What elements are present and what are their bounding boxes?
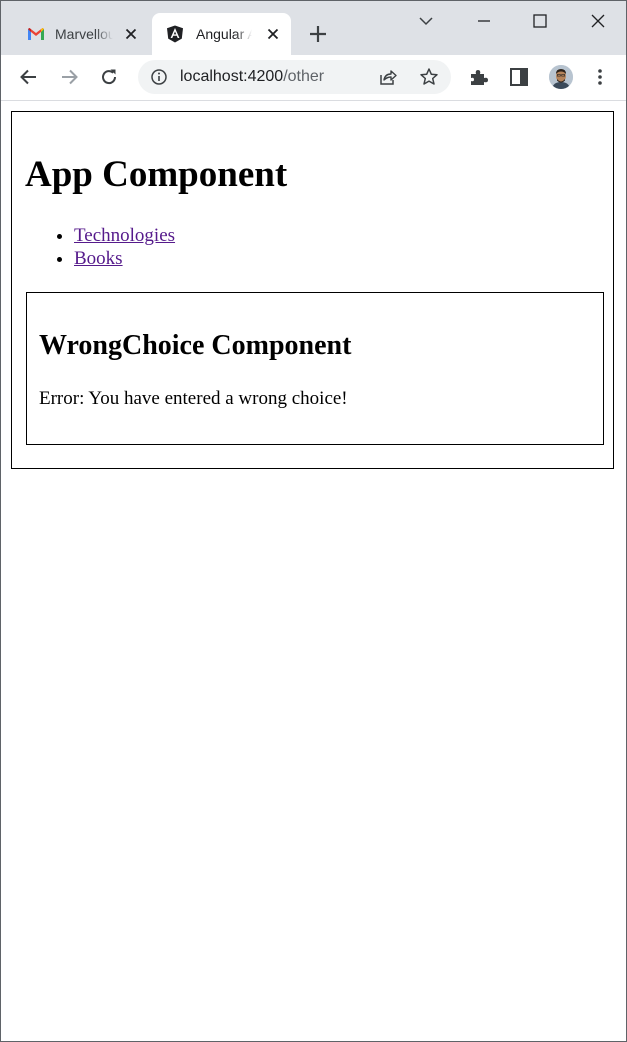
url-text[interactable]: localhost:4200/other — [180, 68, 324, 86]
error-message: Error: You have entered a wrong choice! — [39, 388, 348, 409]
close-icon[interactable] — [123, 26, 139, 42]
nav-item-technologies: Technologies — [74, 224, 600, 247]
nav-list: Technologies Books — [25, 224, 600, 270]
reload-icon[interactable] — [98, 66, 120, 88]
menu-kebab-icon[interactable] — [589, 66, 611, 88]
technologies-link[interactable]: Technologies — [74, 225, 175, 246]
nav-item-books: Books — [74, 247, 600, 270]
window-close-icon[interactable] — [588, 11, 608, 31]
address-bar[interactable]: localhost:4200/other — [138, 60, 451, 94]
tab-strip: Marvellous Angular App — [1, 1, 626, 55]
app-component-box: App Component Technologies Books WrongCh… — [11, 111, 614, 469]
gmail-icon — [28, 28, 44, 40]
tab-title: Marvellous — [55, 26, 113, 42]
books-link[interactable]: Books — [74, 248, 123, 269]
bookmark-star-icon[interactable] — [419, 67, 439, 87]
tab-search-chevron-icon[interactable] — [416, 11, 436, 31]
browser-window: Marvellous Angular App — [0, 0, 627, 1042]
share-icon[interactable] — [378, 67, 398, 87]
extensions-puzzle-icon[interactable] — [468, 66, 490, 88]
close-icon[interactable] — [265, 26, 281, 42]
url-host: localhost:4200 — [180, 68, 284, 85]
avatar-image — [549, 65, 573, 89]
tab-title: Angular App — [196, 26, 252, 42]
wrongchoice-component-box: WrongChoice Component Error: You have en… — [26, 292, 604, 445]
profile-avatar[interactable] — [549, 65, 573, 89]
page-viewport: App Component Technologies Books WrongCh… — [1, 101, 626, 1041]
url-path: /other — [283, 68, 325, 85]
site-info-icon[interactable] — [150, 68, 168, 86]
angular-icon — [167, 25, 183, 43]
minimize-icon[interactable] — [474, 11, 494, 31]
tab-angular[interactable]: Angular App — [152, 13, 291, 55]
browser-toolbar: localhost:4200/other — [1, 55, 626, 101]
side-panel-icon[interactable] — [508, 66, 530, 88]
child-title: WrongChoice Component — [39, 330, 352, 361]
tab-gmail[interactable]: Marvellous — [13, 13, 149, 55]
new-tab-icon[interactable] — [307, 23, 329, 45]
forward-arrow-icon[interactable] — [58, 66, 80, 88]
maximize-icon[interactable] — [530, 11, 550, 31]
app-title: App Component — [25, 154, 288, 195]
back-arrow-icon[interactable] — [18, 66, 40, 88]
